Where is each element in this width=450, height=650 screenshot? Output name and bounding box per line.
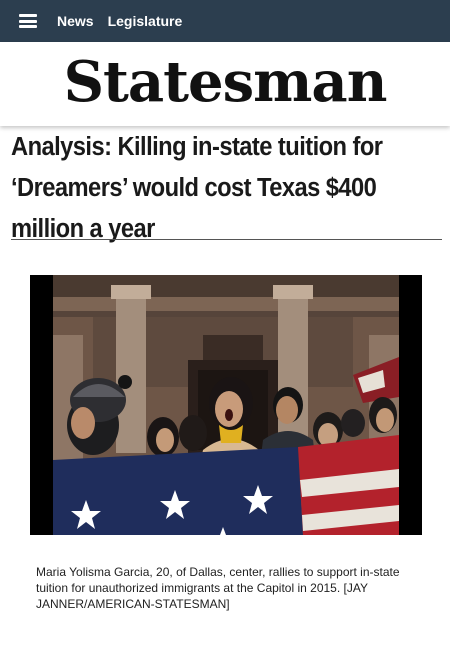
masthead: Statesman (0, 42, 450, 126)
nav-link-legislature[interactable]: Legislature (108, 13, 183, 29)
nav-link-news[interactable]: News (57, 13, 94, 29)
headline-divider (11, 239, 442, 240)
top-navigation-bar: News Legislature (0, 0, 450, 42)
statesman-logo[interactable]: Statesman (0, 46, 450, 118)
photo-caption: Maria Yolisma Garcia, 20, of Dallas, cen… (36, 565, 400, 611)
article-headline: Analysis: Killing in-state tuition for ‘… (11, 127, 411, 250)
headline-line: ‘Dreamers’ would cost Texas $400 (11, 174, 377, 202)
headline-line: Analysis: Killing in-state tuition for (11, 133, 383, 161)
article-photo (53, 275, 399, 535)
menu-icon[interactable] (19, 14, 37, 28)
article-photo-frame[interactable] (30, 275, 422, 535)
